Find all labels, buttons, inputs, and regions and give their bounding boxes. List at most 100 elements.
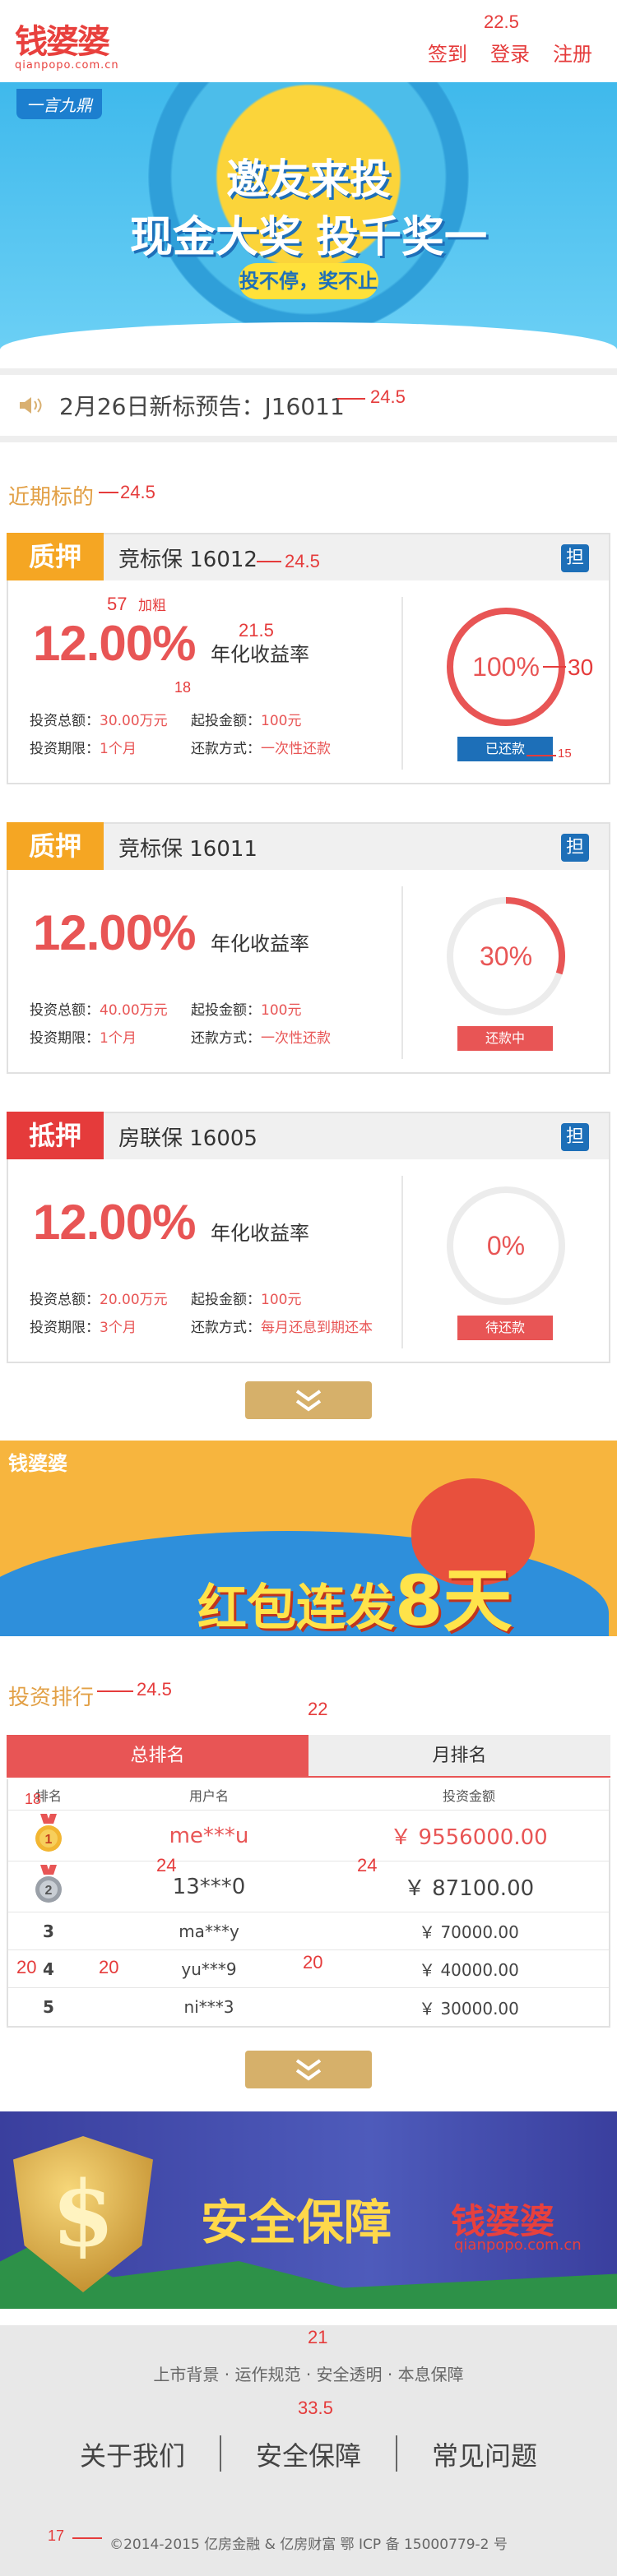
promo-banner-security[interactable]: $ 安全保障 钱婆婆 qianpopo.com.cn xyxy=(0,2111,617,2309)
annotation-label: 18 xyxy=(25,1791,42,1807)
load-more-ranking-button[interactable] xyxy=(245,2051,372,2088)
row-user: 13***0 xyxy=(172,1874,246,1899)
progress-text: 0% xyxy=(486,1231,526,1260)
card-min: 起投金额：100元 xyxy=(191,1002,302,1019)
banner-tag: 一言九鼎 xyxy=(16,89,102,119)
footer-link-about[interactable]: 关于我们 xyxy=(45,2435,220,2473)
dollar-icon: $ xyxy=(51,2161,115,2267)
guarantee-icon: 担 xyxy=(561,1123,589,1151)
annotation-label: 24 xyxy=(156,1855,177,1875)
annotation-label: 30 xyxy=(568,654,594,680)
chevron-down-icon xyxy=(295,1390,322,1412)
annotation-label: 22.5 xyxy=(484,12,519,32)
card-product-name: 竞标保 16011 xyxy=(118,836,257,862)
card-divider xyxy=(401,1176,403,1348)
row-user: yu***9 xyxy=(181,1959,237,1979)
guarantee-icon: 担 xyxy=(561,544,589,572)
status-button[interactable]: 已还款 xyxy=(457,737,553,761)
card-divider xyxy=(401,597,403,770)
footer-link-faq[interactable]: 常见问题 xyxy=(397,2435,572,2473)
annotation-label: 15 xyxy=(558,747,572,761)
card-type-badge: 抵押 xyxy=(7,1112,104,1159)
annotation-line xyxy=(99,492,118,493)
card-total: 投资总额：30.00万元 xyxy=(30,713,168,729)
card-rate: 12.00% xyxy=(33,616,196,671)
card-term: 投资期限：1个月 xyxy=(30,741,137,757)
card-term: 投资期限：3个月 xyxy=(30,1320,137,1336)
product-card[interactable]: 抵押 房联保 16005 担 12.00% 年化收益率 投资总额：20.00万元… xyxy=(7,1112,610,1363)
status-button[interactable]: 还款中 xyxy=(457,1026,553,1051)
table-row: 1 me***u ￥ 9556000.00 xyxy=(8,1811,609,1861)
product-card[interactable]: 质押 竞标保 16011 担 12.00% 年化收益率 投资总额：40.00万元… xyxy=(7,822,610,1074)
footer-link-security[interactable]: 安全保障 xyxy=(221,2435,396,2473)
tab-total-ranking[interactable]: 总排名 xyxy=(7,1735,308,1776)
table-header-row: 排名 用户名 投资金额 xyxy=(8,1779,609,1811)
footer-features: 上市背景 · 运作规范 · 安全透明 · 本息保障 xyxy=(153,2365,464,2384)
annotation-line xyxy=(527,755,556,756)
card-term: 投资期限：1个月 xyxy=(30,1030,137,1047)
register-link[interactable]: 注册 xyxy=(553,38,592,67)
ranking-section-title: 投资排行 xyxy=(8,1686,95,1710)
row-user: ma***y xyxy=(179,1921,239,1941)
logo-domain: qianpopo.com.cn xyxy=(15,59,119,72)
annotation-label: 24.5 xyxy=(137,1679,172,1700)
card-repay: 还款方式：一次性还款 xyxy=(191,1030,331,1047)
signin-link[interactable]: 签到 xyxy=(428,38,467,67)
card-rate-label: 年化收益率 xyxy=(211,1222,309,1245)
row-user: ni***3 xyxy=(183,1997,234,2017)
card-repay: 还款方式：每月还息到期还本 xyxy=(191,1320,373,1336)
ranking-table: 排名 用户名 投资金额 1 me***u ￥ 9556000.00 2 13**… xyxy=(7,1779,610,2028)
row-amount: ￥ 70000.00 xyxy=(419,1922,519,1942)
row-amount: ￥ 40000.00 xyxy=(419,1960,519,1980)
ranking-tabs: 总排名 月排名 xyxy=(7,1735,610,1778)
progress-text: 30% xyxy=(479,941,533,971)
annotation-label: 加粗 xyxy=(138,598,166,613)
annotation-label: 18 xyxy=(174,679,192,696)
header: 钱婆婆 qianpopo.com.cn 签到 登录 注册 xyxy=(0,0,617,82)
card-header: 质押 竞标保 16011 担 xyxy=(7,822,609,870)
gold-medal-icon: 1 xyxy=(8,1813,89,1858)
banner-cloud xyxy=(0,322,617,355)
annotation-label: 24.5 xyxy=(285,551,320,571)
annotation-label: 22 xyxy=(308,1699,328,1719)
svg-text:1: 1 xyxy=(45,1833,53,1847)
annotation-label: 21 xyxy=(308,2327,328,2347)
annotation-line xyxy=(97,1690,133,1692)
annotation-line xyxy=(337,398,365,400)
row-rank: 5 xyxy=(43,1997,54,2017)
tab-monthly-ranking[interactable]: 月排名 xyxy=(308,1735,610,1776)
load-more-button[interactable] xyxy=(245,1381,372,1419)
annotation-label: 17 xyxy=(48,2527,65,2544)
row-rank: 3 xyxy=(43,1921,54,1941)
annotation-label: 33.5 xyxy=(298,2398,333,2418)
annotation-label: 20 xyxy=(99,1957,119,1977)
annotation-label: 57 xyxy=(107,594,128,614)
card-rate-label: 年化收益率 xyxy=(211,932,309,955)
chevron-down-icon xyxy=(295,2059,322,2081)
annotation-line xyxy=(72,2537,102,2539)
row-user: me***u xyxy=(169,1823,249,1848)
card-divider xyxy=(401,886,403,1059)
notice-bar[interactable]: 2月26日新标预告：J16011 xyxy=(0,368,617,442)
card-repay: 还款方式：一次性还款 xyxy=(191,741,331,757)
card-rate: 12.00% xyxy=(33,905,196,960)
logo[interactable]: 钱婆婆 qianpopo.com.cn xyxy=(15,15,119,72)
speaker-icon xyxy=(18,395,43,415)
silver-medal-icon: 2 xyxy=(8,1864,89,1909)
promo-banner-redpacket[interactable]: 钱婆婆 红包连发8天 xyxy=(0,1441,617,1636)
table-row: 5 ni***3 ￥ 30000.00 xyxy=(8,1988,609,2026)
annotation-line xyxy=(257,561,281,562)
card-total: 投资总额：20.00万元 xyxy=(30,1292,168,1308)
col-header-rank: 排名 xyxy=(35,1787,62,1804)
annotation-label: 21.5 xyxy=(239,620,274,641)
card-type-badge: 质押 xyxy=(7,822,104,870)
status-button[interactable]: 待还款 xyxy=(457,1316,553,1340)
copyright: ©2014-2015 亿房金融 & 亿房财富 鄂 ICP 备 15000779-… xyxy=(109,2537,508,2553)
notice-text: 2月26日新标预告：J16011 xyxy=(59,393,345,420)
promo-banner-invite[interactable]: 一言九鼎 邀友来投 现金大奖 投千奖一 投不停，奖不止 xyxy=(0,82,617,355)
login-link[interactable]: 登录 xyxy=(490,38,530,67)
banner-headline: 红包连发8天 xyxy=(197,1561,513,1636)
banner-headline: 安全保障 xyxy=(201,2194,392,2250)
top-nav: 签到 登录 注册 xyxy=(428,38,592,67)
logo-text: 钱婆婆 xyxy=(15,23,110,61)
